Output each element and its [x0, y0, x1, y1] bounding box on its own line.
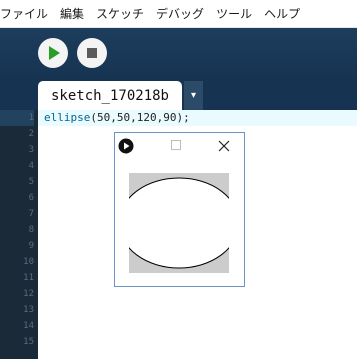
sketch-window — [114, 132, 245, 287]
processing-icon — [118, 138, 134, 154]
tab-sketch[interactable]: sketch_170218b — [38, 81, 182, 110]
line-number: 5 — [28, 177, 34, 187]
line-number: 9 — [28, 241, 34, 251]
line-number: 7 — [28, 209, 34, 219]
menu-bar: ファイル 編集 スケッチ デバッグ ツール ヘルプ — [0, 0, 357, 28]
play-icon — [49, 46, 60, 60]
code-args: (50,50,120,90); — [90, 111, 190, 124]
line-number: 12 — [23, 289, 34, 299]
menu-sketch[interactable]: スケッチ — [96, 5, 144, 22]
ellipse-shape — [129, 177, 229, 269]
close-icon[interactable] — [217, 139, 231, 153]
run-button[interactable] — [38, 38, 68, 68]
code-line[interactable]: ellipse(50,50,120,90); — [44, 110, 190, 126]
menu-debug[interactable]: デバッグ — [156, 5, 204, 22]
sketch-titlebar[interactable] — [115, 133, 244, 158]
line-number: 4 — [28, 161, 34, 171]
line-number: 2 — [28, 129, 34, 139]
toolbar — [0, 28, 357, 80]
line-number: 15 — [23, 337, 34, 347]
menu-edit[interactable]: 編集 — [60, 5, 84, 22]
line-number-gutter: 1 2 3 4 5 6 7 8 9 10 11 12 13 14 15 — [0, 110, 38, 359]
code-function: ellipse — [44, 111, 91, 124]
line-number: 1 — [0, 110, 34, 126]
sketch-canvas — [129, 173, 229, 273]
stop-icon — [87, 48, 97, 58]
line-number: 8 — [28, 225, 34, 235]
stop-button[interactable] — [77, 38, 107, 68]
line-number: 13 — [23, 305, 34, 315]
tab-bar: sketch_170218b ▾ — [0, 80, 357, 110]
menu-help[interactable]: ヘルプ — [264, 5, 300, 22]
sketch-client-area — [115, 158, 244, 286]
tab-menu-button[interactable]: ▾ — [184, 81, 203, 110]
maximize-icon[interactable] — [171, 140, 181, 150]
line-number: 11 — [23, 273, 34, 283]
line-number: 3 — [28, 145, 34, 155]
menu-tools[interactable]: ツール — [216, 5, 252, 22]
menu-file[interactable]: ファイル — [0, 5, 48, 22]
line-number: 14 — [23, 321, 34, 331]
line-number: 6 — [28, 193, 34, 203]
line-number: 10 — [23, 257, 34, 267]
